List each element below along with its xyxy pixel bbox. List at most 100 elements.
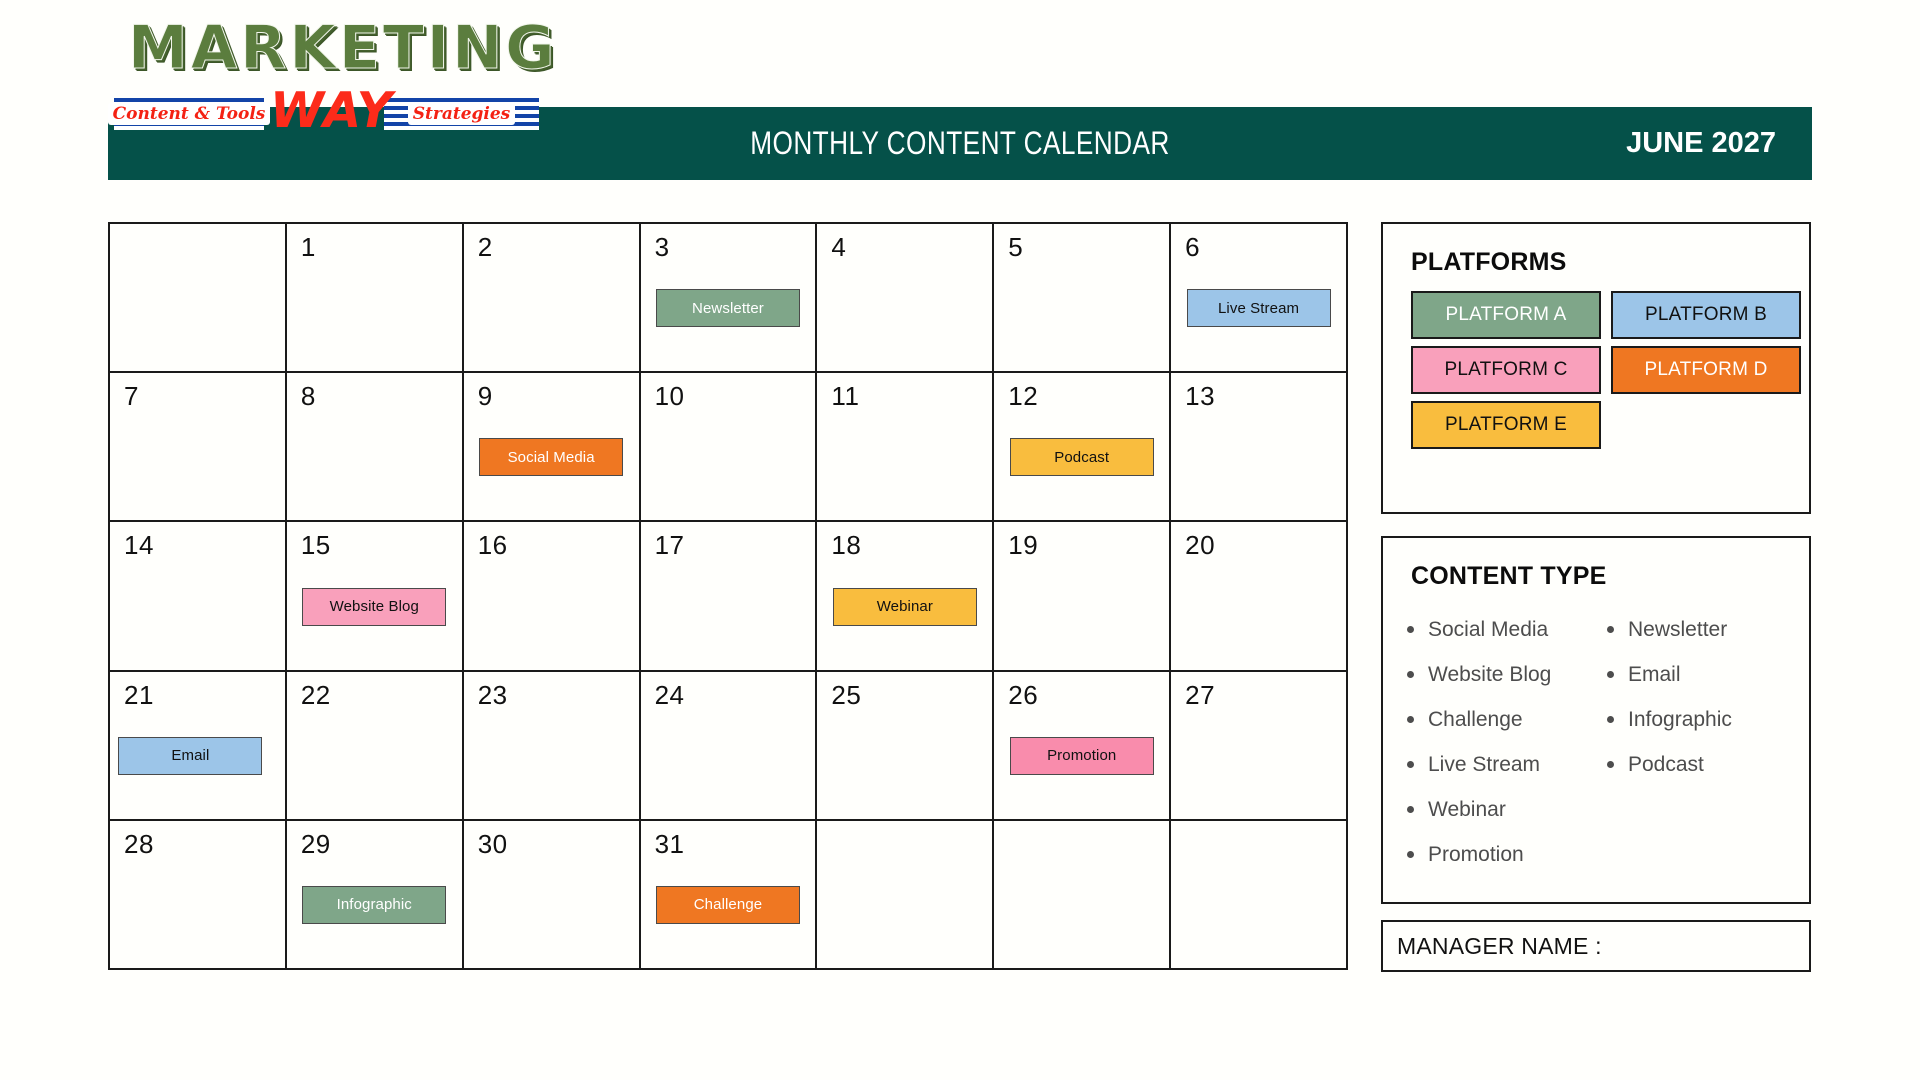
brand-logo: MARKETING Content & Tools Strategies WAY bbox=[107, 13, 578, 158]
calendar-day-cell[interactable] bbox=[994, 820, 1172, 970]
calendar-day-cell[interactable] bbox=[1171, 820, 1348, 970]
day-number: 16 bbox=[477, 530, 508, 561]
calendar-day-cell[interactable]: 16 bbox=[463, 522, 641, 672]
day-number: 10 bbox=[654, 381, 685, 412]
calendar-day-cell[interactable]: 28 bbox=[110, 820, 287, 970]
logo-subtitle-row: Content & Tools Strategies WAY bbox=[107, 86, 578, 138]
calendar-day-cell[interactable]: 21 Email bbox=[110, 671, 287, 821]
calendar-day-cell[interactable]: 9 Social Media bbox=[463, 373, 641, 523]
calendar-day-cell[interactable]: 27 bbox=[1171, 671, 1348, 821]
bullet-icon bbox=[1607, 761, 1614, 768]
day-number: 18 bbox=[831, 530, 862, 561]
day-number: 12 bbox=[1008, 381, 1039, 412]
calendar-day-cell[interactable]: 4 bbox=[817, 224, 995, 374]
content-type-label: Webinar bbox=[1428, 797, 1506, 821]
logo-stripe-left: Content & Tools bbox=[107, 98, 271, 130]
bullet-icon bbox=[1407, 716, 1414, 723]
calendar-day-cell[interactable]: 20 bbox=[1171, 522, 1348, 672]
calendar-day-cell[interactable] bbox=[110, 224, 287, 374]
calendar-day-cell[interactable]: 30 bbox=[463, 820, 641, 970]
calendar-event-tag[interactable]: Social Media bbox=[479, 438, 624, 477]
calendar-day-cell[interactable]: 3 Newsletter bbox=[640, 224, 818, 374]
calendar-day-cell[interactable]: 23 bbox=[463, 671, 641, 821]
calendar-day-cell[interactable]: 11 bbox=[817, 373, 995, 523]
platform-chip[interactable]: PLATFORM B bbox=[1611, 291, 1801, 339]
content-type-list: Social Media Website Blog Challenge Live St… bbox=[1407, 607, 1809, 877]
calendar-day-cell[interactable]: 26 Promotion bbox=[994, 671, 1172, 821]
platform-chip[interactable]: PLATFORM C bbox=[1411, 346, 1601, 394]
calendar-day-cell[interactable]: 1 bbox=[286, 224, 464, 374]
bullet-icon bbox=[1407, 671, 1414, 678]
logo-wordmark: MARKETING bbox=[128, 13, 558, 83]
day-number: 6 bbox=[1185, 232, 1201, 262]
day-number: 17 bbox=[654, 530, 685, 561]
calendar-event-tag[interactable]: Challenge bbox=[655, 885, 800, 924]
calendar-day-cell[interactable]: 14 bbox=[110, 522, 287, 672]
content-type-item: Newsletter bbox=[1607, 607, 1807, 652]
content-type-item: Podcast bbox=[1607, 742, 1807, 787]
day-number: 27 bbox=[1185, 679, 1216, 710]
calendar-day-cell[interactable]: 5 bbox=[994, 224, 1172, 374]
day-number: 14 bbox=[124, 530, 154, 561]
calendar-day-cell[interactable]: 7 bbox=[110, 373, 287, 523]
calendar-day-cell[interactable]: 29 Infographic bbox=[286, 820, 464, 970]
calendar-event-tag[interactable]: Website Blog bbox=[302, 587, 447, 626]
content-type-label: Website Blog bbox=[1428, 662, 1552, 686]
calendar-event-tag[interactable]: Webinar bbox=[832, 587, 977, 626]
day-number: 29 bbox=[300, 828, 331, 859]
bullet-icon bbox=[1407, 626, 1414, 633]
calendar-day-cell[interactable]: 12 Podcast bbox=[994, 373, 1172, 523]
bullet-icon bbox=[1607, 716, 1614, 723]
day-number: 8 bbox=[300, 381, 316, 412]
platform-chip[interactable]: PLATFORM A bbox=[1411, 291, 1601, 339]
calendar-day-cell[interactable]: 6 Live Stream bbox=[1171, 224, 1348, 374]
content-type-label: Social Media bbox=[1428, 617, 1549, 641]
calendar-day-cell[interactable]: 13 bbox=[1171, 373, 1348, 523]
calendar-event-tag[interactable]: Promotion bbox=[1009, 736, 1154, 775]
logo-content-tools-label: Content & Tools bbox=[107, 103, 271, 125]
content-type-label: Infographic bbox=[1628, 707, 1732, 731]
day-number: 20 bbox=[1185, 530, 1216, 561]
calendar-event-tag[interactable]: Email bbox=[118, 736, 263, 775]
calendar-day-cell[interactable]: 24 bbox=[640, 671, 818, 821]
calendar-day-cell[interactable]: 8 bbox=[286, 373, 464, 523]
content-type-label: Live Stream bbox=[1428, 752, 1541, 776]
day-number: 21 bbox=[124, 679, 154, 710]
day-number: 28 bbox=[124, 828, 154, 859]
content-type-item: Infographic bbox=[1607, 697, 1807, 742]
bullet-icon bbox=[1407, 761, 1414, 768]
calendar-event-tag[interactable]: Newsletter bbox=[655, 289, 800, 328]
day-number: 30 bbox=[477, 828, 508, 859]
logo-strategies-label: Strategies bbox=[407, 103, 516, 125]
day-number: 19 bbox=[1008, 530, 1039, 561]
calendar-day-cell[interactable]: 22 bbox=[286, 671, 464, 821]
platform-chip[interactable]: PLATFORM E bbox=[1411, 401, 1601, 449]
calendar-day-cell[interactable]: 17 bbox=[640, 522, 818, 672]
platform-chip[interactable]: PLATFORM D bbox=[1611, 346, 1801, 394]
calendar-day-cell[interactable]: 31 Challenge bbox=[640, 820, 818, 970]
content-type-item: Live Stream bbox=[1407, 742, 1607, 787]
calendar-day-cell[interactable]: 2 bbox=[463, 224, 641, 374]
logo-way-label: WAY bbox=[270, 82, 394, 139]
bullet-icon bbox=[1407, 806, 1414, 813]
calendar-event-tag[interactable]: Live Stream bbox=[1186, 289, 1331, 328]
content-type-spacer bbox=[1607, 832, 1807, 877]
calendar-day-cell[interactable]: 10 bbox=[640, 373, 818, 523]
calendar-event-tag[interactable]: Infographic bbox=[302, 885, 447, 924]
calendar-day-cell[interactable] bbox=[817, 820, 995, 970]
content-type-item: Social Media bbox=[1407, 607, 1607, 652]
calendar-grid: 1 2 3 Newsletter 4 5 6 Live Stream 7 8 9 Social Med… bbox=[108, 222, 1348, 970]
calendar-day-cell[interactable]: 25 bbox=[817, 671, 995, 821]
day-number: 24 bbox=[654, 679, 685, 710]
calendar-day-cell[interactable]: 18 Webinar bbox=[817, 522, 995, 672]
calendar-day-cell[interactable]: 19 bbox=[994, 522, 1172, 672]
day-number: 9 bbox=[477, 381, 493, 412]
bullet-icon bbox=[1407, 851, 1414, 858]
manager-name-panel[interactable]: MANAGER NAME : bbox=[1381, 920, 1811, 972]
calendar-day-cell[interactable]: 15 Website Blog bbox=[286, 522, 464, 672]
content-type-panel: CONTENT TYPE Social Media Website Blog Cha… bbox=[1381, 536, 1811, 904]
platforms-panel: PLATFORMS PLATFORM A PLATFORM B PLATFORM C… bbox=[1381, 222, 1811, 514]
day-number: 4 bbox=[831, 232, 847, 262]
calendar-event-tag[interactable]: Podcast bbox=[1009, 438, 1154, 477]
day-number: 3 bbox=[654, 232, 670, 262]
